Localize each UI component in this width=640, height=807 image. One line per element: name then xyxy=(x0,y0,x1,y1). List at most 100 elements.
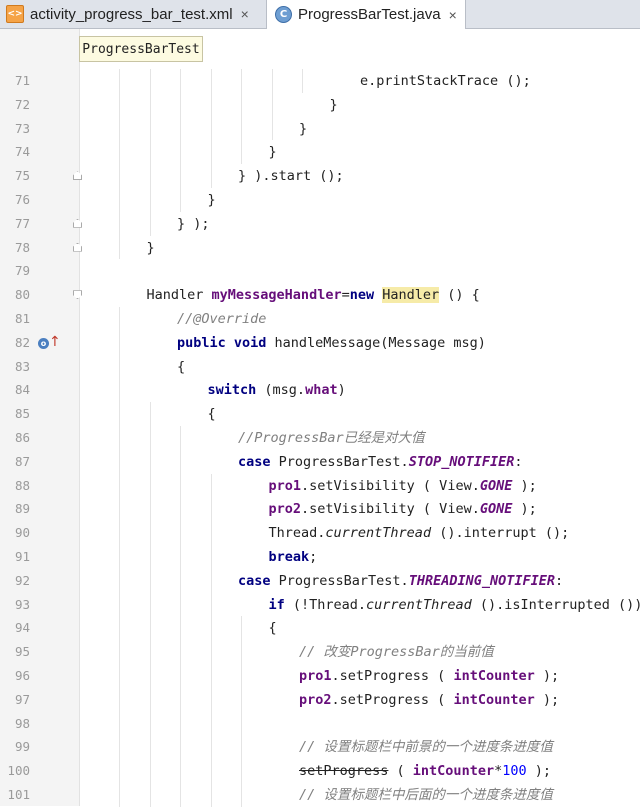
code-text: // 设置标题栏中前景的一个进度条进度值 xyxy=(299,735,553,759)
line-number: 93 xyxy=(0,593,30,617)
code-token: (); xyxy=(498,73,531,89)
code-token: : xyxy=(514,454,522,470)
tab-activity-progress-bar-test-xml[interactable]: <> activity_progress_bar_test.xml × xyxy=(0,0,266,28)
code-token: handleMessage(Message msg) xyxy=(266,335,485,351)
tab-label: ProgressBarTest.java xyxy=(298,6,441,23)
code-line[interactable]: 79 xyxy=(0,259,640,283)
code-token: ); xyxy=(527,763,551,779)
code-text: } xyxy=(208,188,216,212)
code-line[interactable]: 88 pro1.setVisibility ( View.GONE ); xyxy=(0,474,640,498)
code-token: // 设置标题栏中前景的一个进度条进度值 xyxy=(299,739,553,755)
code-line[interactable]: 72} xyxy=(0,93,640,117)
close-icon[interactable]: × xyxy=(241,6,249,22)
code-token: printStackTrace xyxy=(376,73,498,89)
code-line[interactable]: 76} xyxy=(0,188,640,212)
fold-marker-icon[interactable] xyxy=(73,290,82,299)
code-line[interactable]: 84switch (msg.what) xyxy=(0,378,640,402)
line-number: 76 xyxy=(0,188,30,212)
code-token: } xyxy=(147,240,155,256)
code-text: } ).start (); xyxy=(238,164,344,188)
code-line[interactable]: 74} xyxy=(0,140,640,164)
code-token: ProgressBarTest. xyxy=(271,454,409,470)
code-token: case xyxy=(238,573,271,589)
code-line[interactable]: 91break; xyxy=(0,545,640,569)
code-token: ().isInterrupted ()) xyxy=(472,597,640,613)
code-line[interactable]: 94{ xyxy=(0,616,640,640)
code-token: .setVisibility ( View. xyxy=(301,478,480,494)
line-number: 75 xyxy=(0,164,30,188)
line-number: 88 xyxy=(0,474,30,498)
indent-guide xyxy=(302,69,303,93)
code-token: .setVisibility ( View. xyxy=(301,501,480,517)
override-method-icon[interactable]: o xyxy=(38,338,49,349)
code-text: Thread.currentThread ().interrupt (); xyxy=(269,521,570,545)
code-text: if (!Thread.currentThread ().isInterrupt… xyxy=(269,593,640,617)
code-line[interactable]: 73} xyxy=(0,117,640,141)
code-token: GONE xyxy=(480,478,513,494)
code-token: pro1 xyxy=(269,478,302,494)
code-token: ); xyxy=(512,478,536,494)
code-token: .setProgress ( xyxy=(332,692,454,708)
code-token: //ProgressBar已经是对大值 xyxy=(238,430,425,446)
code-line[interactable]: 75 } ).start (); xyxy=(0,164,640,188)
indent-guide xyxy=(119,307,120,807)
indent-guide xyxy=(211,69,212,188)
code-token: what xyxy=(305,382,338,398)
code-line[interactable]: 87case ProgressBarTest.STOP_NOTIFIER: xyxy=(0,450,640,474)
code-line[interactable]: 97pro2.setProgress ( intCounter ); xyxy=(0,688,640,712)
code-token: //@Override xyxy=(177,311,266,327)
code-line[interactable]: 85{ xyxy=(0,402,640,426)
code-token: ) xyxy=(338,382,346,398)
code-line[interactable]: 89pro2.setVisibility ( View.GONE ); xyxy=(0,497,640,521)
code-token: (!Thread. xyxy=(285,597,366,613)
fold-marker-icon[interactable] xyxy=(73,171,82,180)
close-icon[interactable]: × xyxy=(449,7,457,23)
line-number: 85 xyxy=(0,402,30,426)
code-text: } xyxy=(299,117,307,141)
code-line[interactable]: 86//ProgressBar已经是对大值 xyxy=(0,426,640,450)
code-line[interactable]: 93 if (!Thread.currentThread ().isInterru… xyxy=(0,593,640,617)
indent-guide xyxy=(180,69,181,212)
code-line[interactable]: 98 xyxy=(0,712,640,736)
code-line[interactable]: 95// 改变ProgressBar的当前值 xyxy=(0,640,640,664)
line-number: 83 xyxy=(0,355,30,379)
code-token: { xyxy=(177,359,185,375)
code-line[interactable]: 101// 设置标题栏中后面的一个进度条进度值 xyxy=(0,783,640,807)
code-text: } xyxy=(330,93,338,117)
code-token: intCounter xyxy=(453,692,534,708)
tab-progress-bar-test-java[interactable]: C ProgressBarTest.java × xyxy=(266,0,466,29)
go-to-super-method-icon[interactable]: ↑ xyxy=(49,335,61,349)
code-line[interactable]: 77} ); xyxy=(0,212,640,236)
code-token: pro2 xyxy=(299,692,332,708)
code-line[interactable]: 82public void handleMessage(Message msg)… xyxy=(0,331,640,355)
indent-guide xyxy=(180,426,181,807)
line-number: 98 xyxy=(0,712,30,736)
fold-marker-icon[interactable] xyxy=(73,219,82,228)
code-line[interactable]: 83 { xyxy=(0,355,640,379)
code-line[interactable]: 78} xyxy=(0,236,640,260)
line-number: 96 xyxy=(0,664,30,688)
code-line[interactable]: 71e.printStackTrace (); xyxy=(0,69,640,93)
code-line[interactable]: 80Handler myMessageHandler=new Handler (… xyxy=(0,283,640,307)
code-line[interactable]: 90Thread.currentThread ().interrupt (); xyxy=(0,521,640,545)
code-text: pro1.setVisibility ( View.GONE ); xyxy=(269,474,537,498)
code-line[interactable]: 99// 设置标题栏中前景的一个进度条进度值 xyxy=(0,735,640,759)
code-token: () { xyxy=(439,287,480,303)
line-number: 79 xyxy=(0,259,30,283)
code-line[interactable]: 96pro1.setProgress ( intCounter ); xyxy=(0,664,640,688)
code-token: ); xyxy=(535,692,559,708)
code-line[interactable]: 81//@Override xyxy=(0,307,640,331)
code-token: } ).start (); xyxy=(238,168,344,184)
code-token: Handler xyxy=(382,287,439,303)
code-token: THREADING_NOTIFIER xyxy=(409,573,555,589)
code-text: } xyxy=(147,236,155,260)
code-token: } ); xyxy=(177,216,210,232)
code-line[interactable]: 100setProgress ( intCounter*100 ); xyxy=(0,759,640,783)
code-token: setProgress xyxy=(299,763,388,779)
code-line[interactable]: 92case ProgressBarTest.THREADING_NOTIFIE… xyxy=(0,569,640,593)
fold-marker-icon[interactable] xyxy=(73,243,82,252)
indent-guide xyxy=(272,69,273,140)
code-token: GONE xyxy=(480,501,513,517)
code-token: } xyxy=(330,97,338,113)
code-text: { xyxy=(177,355,185,379)
